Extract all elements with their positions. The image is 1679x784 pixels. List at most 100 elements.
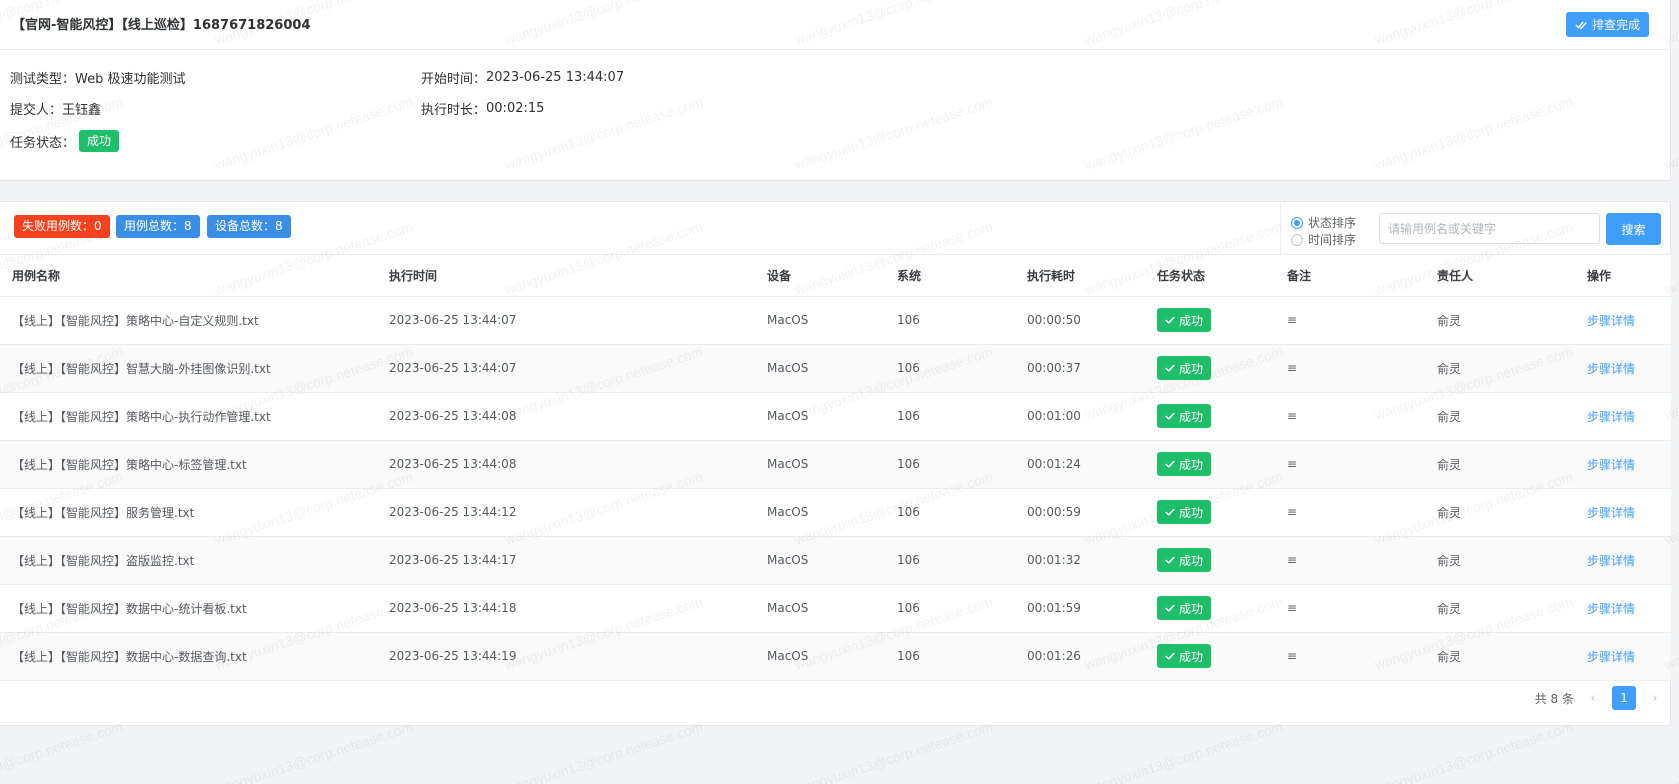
total-cases-badge: 用例总数：8 bbox=[116, 215, 200, 238]
exec-time: 2023-06-25 13:44:07 bbox=[377, 344, 755, 393]
step-details-link[interactable]: 步骤详情 bbox=[1587, 410, 1635, 424]
exec-time: 2023-06-25 13:44:17 bbox=[377, 536, 755, 585]
table-row: 【线上】【智能风控】数据中心-统计看板.txt 2023-06-25 13:44:… bbox=[0, 584, 1671, 633]
action-cell: 步骤详情 bbox=[1575, 632, 1671, 681]
action-cell: 步骤详情 bbox=[1575, 440, 1671, 489]
status-badge: 成功 bbox=[1157, 596, 1212, 620]
system: 106 bbox=[885, 488, 1015, 537]
start-time: 开始时间： 2023-06-25 13:44:07 bbox=[421, 70, 625, 87]
search-input[interactable] bbox=[1379, 213, 1600, 244]
step-details-link[interactable]: 步骤详情 bbox=[1587, 554, 1635, 568]
watermark-text: wangyuxin13@corp.netease.com bbox=[1082, 718, 1285, 784]
status-cell: 成功 bbox=[1145, 584, 1275, 633]
elapsed: 00:01:59 bbox=[1015, 584, 1145, 633]
elapsed: 00:01:24 bbox=[1015, 440, 1145, 489]
check-icon bbox=[1165, 316, 1175, 324]
owner: 俞灵 bbox=[1425, 296, 1575, 345]
column-header: 用例名称 bbox=[0, 255, 377, 297]
case-name: 【线上】【智能风控】策略中心-标签管理.txt bbox=[0, 440, 377, 489]
sort-status-option[interactable]: 状态排序 bbox=[1291, 214, 1356, 231]
page-title: 【官网-智能风控】【线上巡检】1687671826004 bbox=[12, 18, 311, 33]
table-row: 【线上】【智能风控】策略中心-标签管理.txt 2023-06-25 13:44:… bbox=[0, 440, 1671, 489]
note-cell: ≡ bbox=[1275, 536, 1425, 585]
radio-checked-icon[interactable] bbox=[1291, 216, 1303, 229]
note-cell: ≡ bbox=[1275, 296, 1425, 345]
owner: 俞灵 bbox=[1425, 536, 1575, 585]
status-badge: 成功 bbox=[1157, 644, 1212, 668]
mark-done-button[interactable]: 排查完成 bbox=[1566, 12, 1649, 37]
device: MacOS bbox=[755, 536, 885, 585]
check-icon bbox=[1165, 604, 1175, 612]
next-page-icon[interactable]: › bbox=[1648, 691, 1662, 706]
table-row: 【线上】【智能风控】数据中心-数据查询.txt 2023-06-25 13:44:… bbox=[0, 632, 1671, 681]
step-details-link[interactable]: 步骤详情 bbox=[1587, 602, 1635, 616]
step-details-link[interactable]: 步骤详情 bbox=[1587, 506, 1635, 520]
note-icon[interactable]: ≡ bbox=[1287, 553, 1297, 567]
exec-time: 2023-06-25 13:44:18 bbox=[377, 584, 755, 633]
note-icon[interactable]: ≡ bbox=[1287, 361, 1297, 375]
elapsed: 00:01:32 bbox=[1015, 536, 1145, 585]
system: 106 bbox=[885, 584, 1015, 633]
task-status: 任务状态： 成功 bbox=[10, 130, 120, 152]
owner: 俞灵 bbox=[1425, 392, 1575, 441]
case-name: 【线上】【智能风控】数据中心-统计看板.txt bbox=[0, 584, 377, 633]
exec-time: 2023-06-25 13:44:12 bbox=[377, 488, 755, 537]
status-cell: 成功 bbox=[1145, 488, 1275, 537]
status-cell: 成功 bbox=[1145, 632, 1275, 681]
note-icon[interactable]: ≡ bbox=[1287, 457, 1297, 471]
status-badge: 成功 bbox=[1157, 308, 1212, 332]
column-header: 执行时间 bbox=[377, 255, 755, 297]
note-cell: ≡ bbox=[1275, 584, 1425, 633]
device: MacOS bbox=[755, 440, 885, 489]
table-toolbar: 失败用例数：0 用例总数：8 设备总数：8 状态排序 时间排序 搜索 bbox=[0, 202, 1670, 255]
step-details-link[interactable]: 步骤详情 bbox=[1587, 458, 1635, 472]
owner: 俞灵 bbox=[1425, 584, 1575, 633]
note-icon[interactable]: ≡ bbox=[1287, 601, 1297, 615]
note-cell: ≡ bbox=[1275, 488, 1425, 537]
table-row: 【线上】【智能风控】服务管理.txt 2023-06-25 13:44:12 Mac… bbox=[0, 488, 1671, 537]
column-header: 设备 bbox=[755, 255, 885, 297]
elapsed: 00:00:37 bbox=[1015, 344, 1145, 393]
step-details-link[interactable]: 步骤详情 bbox=[1587, 362, 1635, 376]
note-icon[interactable]: ≡ bbox=[1287, 505, 1297, 519]
search-button[interactable]: 搜索 bbox=[1606, 213, 1661, 245]
sort-options: 状态排序 时间排序 bbox=[1280, 202, 1380, 255]
system: 106 bbox=[885, 536, 1015, 585]
check-icon bbox=[1165, 460, 1175, 468]
case-table-card: 失败用例数：0 用例总数：8 设备总数：8 状态排序 时间排序 搜索 用例名称 … bbox=[0, 201, 1671, 726]
prev-page-icon[interactable]: ‹ bbox=[1586, 691, 1600, 706]
case-table: 用例名称 执行时间 设备 系统 执行耗时 任务状态 备注 责任人 操作 【线上】… bbox=[0, 255, 1671, 681]
task-info-card: 【官网-智能风控】【线上巡检】1687671826004 排查完成 测试类型： … bbox=[0, 0, 1671, 181]
device: MacOS bbox=[755, 584, 885, 633]
failed-cases-badge: 失败用例数：0 bbox=[14, 215, 110, 238]
page-number-current[interactable]: 1 bbox=[1612, 686, 1636, 710]
case-name: 【线上】【智能风控】服务管理.txt bbox=[0, 488, 377, 537]
owner: 俞灵 bbox=[1425, 632, 1575, 681]
owner: 俞灵 bbox=[1425, 344, 1575, 393]
table-row: 【线上】【智能风控】盗版监控.txt 2023-06-25 13:44:17 Mac… bbox=[0, 536, 1671, 585]
watermark-text: wangyuxin13@corp.netease.com bbox=[0, 718, 125, 784]
action-cell: 步骤详情 bbox=[1575, 488, 1671, 537]
table-row: 【线上】【智能风控】智慧大脑-外挂图像识别.txt 2023-06-25 13:4… bbox=[0, 344, 1671, 393]
system: 106 bbox=[885, 392, 1015, 441]
status-cell: 成功 bbox=[1145, 440, 1275, 489]
device: MacOS bbox=[755, 632, 885, 681]
check-icon bbox=[1165, 508, 1175, 516]
step-details-link[interactable]: 步骤详情 bbox=[1587, 314, 1635, 328]
column-header: 责任人 bbox=[1425, 255, 1575, 297]
pagination: 共 8 条 ‹ 1 › bbox=[1535, 685, 1662, 711]
exec-time: 2023-06-25 13:44:08 bbox=[377, 392, 755, 441]
sort-time-option[interactable]: 时间排序 bbox=[1291, 231, 1356, 248]
note-cell: ≡ bbox=[1275, 632, 1425, 681]
system: 106 bbox=[885, 296, 1015, 345]
note-icon[interactable]: ≡ bbox=[1287, 409, 1297, 423]
note-icon[interactable]: ≡ bbox=[1287, 649, 1297, 663]
step-details-link[interactable]: 步骤详情 bbox=[1587, 650, 1635, 664]
note-icon[interactable]: ≡ bbox=[1287, 313, 1297, 327]
table-row: 【线上】【智能风控】策略中心-执行动作管理.txt 2023-06-25 13:4… bbox=[0, 392, 1671, 441]
radio-unchecked-icon[interactable] bbox=[1291, 233, 1303, 246]
status-badge: 成功 bbox=[1157, 452, 1212, 476]
device: MacOS bbox=[755, 344, 885, 393]
check-double-icon bbox=[1575, 21, 1587, 29]
test-type-value: Web 极速功能测试 bbox=[75, 72, 186, 87]
